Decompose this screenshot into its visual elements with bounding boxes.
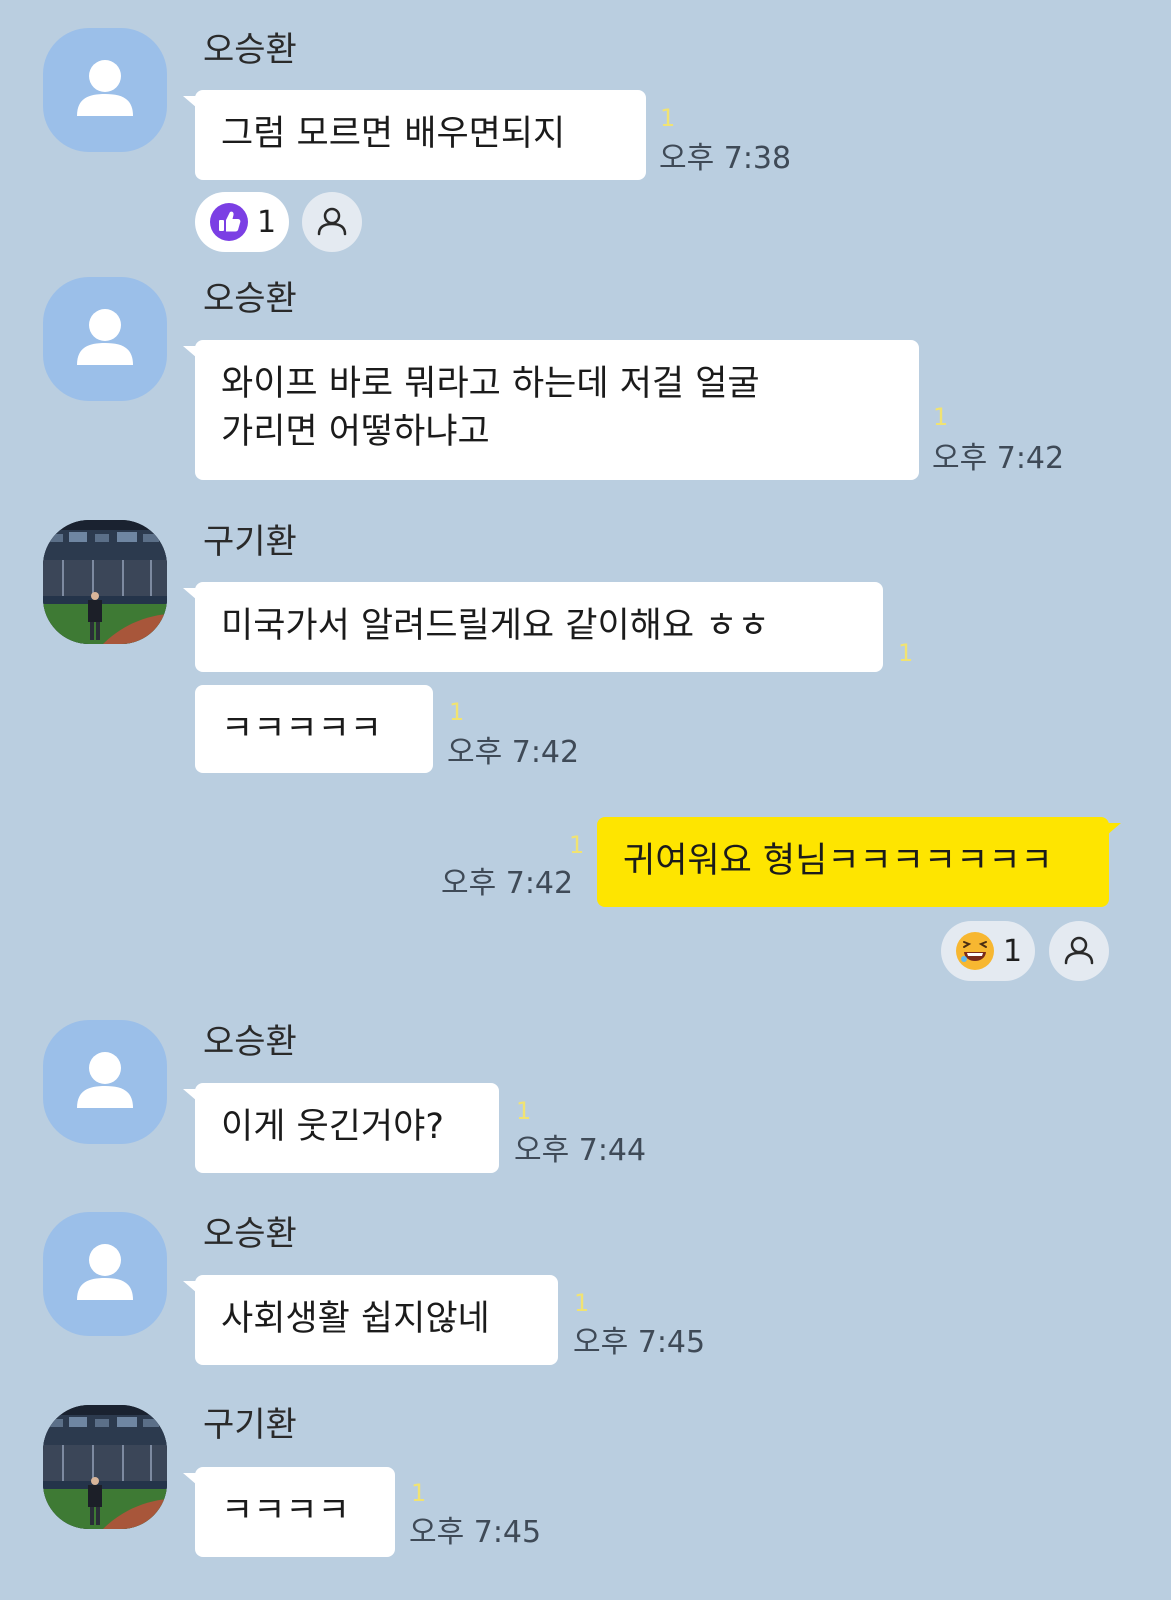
message-bubble[interactable]: ㅋㅋㅋㅋㅋ	[195, 685, 433, 773]
person-silhouette-icon	[77, 1052, 133, 1108]
sender-name: 오승환	[203, 30, 297, 70]
message-text: 귀여워요 형님ㅋㅋㅋㅋㅋㅋㅋ	[623, 841, 1053, 881]
unread-count: 1	[449, 698, 465, 726]
message-bubble[interactable]: 이게 웃긴거야?	[183, 1083, 499, 1173]
unread-count: 1	[898, 639, 914, 667]
laughing-emoji-icon	[956, 932, 994, 970]
message-text-line: 가리면 어떻하냐고	[221, 412, 490, 452]
person-outline-icon	[1064, 936, 1094, 965]
reactors-button[interactable]	[1049, 921, 1109, 981]
message-bubble-mine[interactable]: 귀여워요 형님ㅋㅋㅋㅋㅋㅋㅋ	[597, 817, 1121, 907]
message-time: 오후 7:45	[409, 1515, 542, 1550]
sender-avatar-default[interactable]	[43, 1020, 167, 1144]
sender-avatar-photo[interactable]	[43, 1405, 167, 1529]
sender-avatar-default[interactable]	[43, 1212, 167, 1336]
person-silhouette-icon	[77, 309, 133, 365]
unread-count: 1	[933, 403, 949, 431]
unread-count: 1	[569, 831, 585, 859]
message-text-line: 와이프 바로 뭐라고 하는데 저걸 얼굴	[221, 364, 760, 404]
message-text: ㅋㅋㅋㅋ	[221, 1491, 350, 1531]
message-time: 오후 7:44	[514, 1133, 647, 1168]
message-bubble[interactable]: 사회생활 쉽지않네	[183, 1275, 558, 1365]
stadium-photo	[43, 520, 167, 644]
message-bubble[interactable]: 와이프 바로 뭐라고 하는데 저걸 얼굴 가리면 어떻하냐고	[183, 340, 919, 480]
message-time: 오후 7:42	[447, 735, 580, 770]
sender-name: 오승환	[203, 279, 297, 319]
sender-name: 오승환	[203, 1022, 297, 1062]
thumbs-up-icon	[210, 203, 248, 241]
unread-count: 1	[574, 1289, 590, 1317]
sender-name: 구기환	[203, 522, 297, 562]
message-text: 이게 웃긴거야?	[221, 1107, 444, 1147]
reaction-laugh[interactable]: 1	[941, 921, 1035, 981]
unread-count: 1	[660, 104, 676, 132]
person-silhouette-icon	[77, 60, 133, 116]
message-time: 오후 7:45	[573, 1325, 706, 1360]
reaction-count: 1	[257, 204, 277, 240]
message-time: 오후 7:38	[659, 141, 792, 176]
unread-count: 1	[516, 1097, 532, 1125]
reaction-like[interactable]: 1	[195, 192, 289, 252]
message-bubble[interactable]: 미국가서 알려드릴게요 같이해요 ㅎㅎ	[183, 582, 883, 672]
reactors-button[interactable]	[302, 192, 362, 252]
message-bubble[interactable]: ㅋㅋㅋㅋ	[183, 1467, 395, 1557]
message-text: ㅋㅋㅋㅋㅋ	[221, 709, 383, 749]
message-text: 사회생활 쉽지않네	[221, 1299, 490, 1339]
stadium-photo	[43, 1405, 167, 1529]
message-time: 오후 7:42	[932, 441, 1065, 476]
message-bubble[interactable]: 그럼 모르면 배우면되지	[183, 90, 646, 180]
reaction-count: 1	[1003, 933, 1023, 969]
message-text: 미국가서 알려드릴게요 같이해요 ㅎㅎ	[221, 606, 770, 646]
unread-count: 1	[411, 1479, 427, 1507]
sender-name: 오승환	[203, 1214, 297, 1254]
sender-name: 구기환	[203, 1405, 297, 1445]
sender-avatar-default[interactable]	[43, 28, 167, 152]
message-text: 그럼 모르면 배우면되지	[221, 114, 566, 154]
person-outline-icon	[317, 207, 347, 236]
sender-avatar-default[interactable]	[43, 277, 167, 401]
sender-avatar-photo[interactable]	[43, 520, 167, 644]
message-time: 오후 7:42	[441, 866, 574, 901]
person-silhouette-icon	[77, 1244, 133, 1300]
